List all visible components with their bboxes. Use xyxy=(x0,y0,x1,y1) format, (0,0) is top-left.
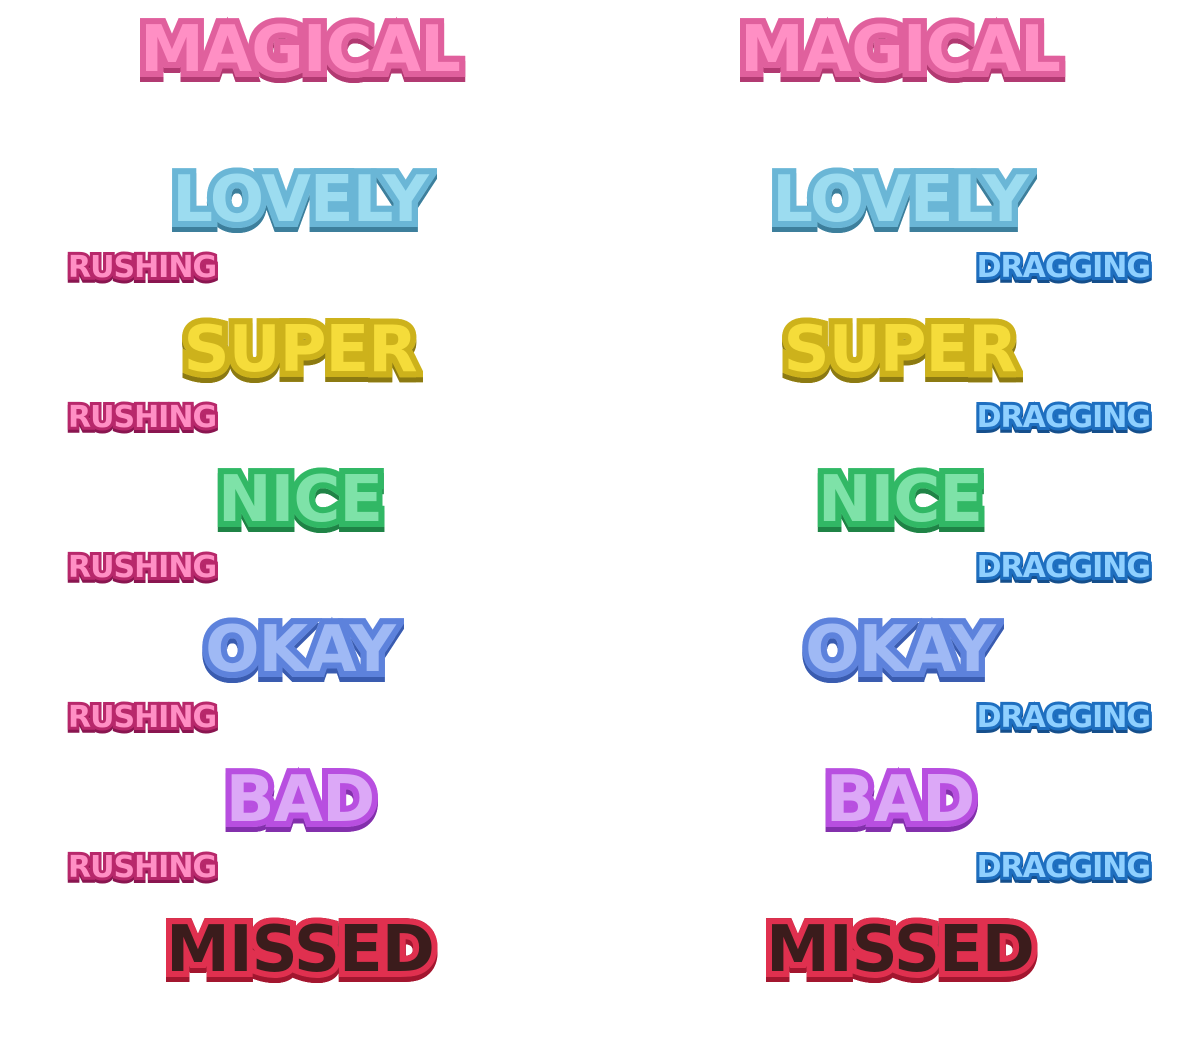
rating-super: SUPER xyxy=(600,312,1200,388)
rating-super: SUPER xyxy=(0,312,600,388)
rating-magical: MAGICAL xyxy=(0,12,600,88)
rating-nice: NICE xyxy=(0,462,600,538)
rating-magical: MAGICAL xyxy=(600,12,1200,88)
timing-rushing-label: RUSHING xyxy=(65,550,220,586)
rating-bad: BAD xyxy=(600,762,1200,838)
rating-nice-text: NICE xyxy=(212,462,389,538)
rating-bad-text: BAD xyxy=(820,762,981,838)
rating-bad: BAD xyxy=(0,762,600,838)
timing-rushing-label: RUSHING xyxy=(65,250,220,286)
rating-okay-text: OKAY xyxy=(799,612,1002,688)
timing-rushing-label: RUSHING xyxy=(65,400,220,436)
rating-okay: OKAY xyxy=(600,612,1200,688)
rating-super-text: SUPER xyxy=(778,312,1024,388)
timing-dragging-label: DRAGGING xyxy=(974,850,1154,886)
timing-dragging-label: DRAGGING xyxy=(974,250,1154,286)
rating-missed: MISSED xyxy=(600,912,1200,988)
rating-lovely-text: LOVELY xyxy=(166,162,435,238)
rating-lovely: LOVELY xyxy=(0,162,600,238)
rating-bad-text: BAD xyxy=(220,762,381,838)
rating-okay: OKAY xyxy=(0,612,600,688)
dragging-column: MAGICAL LOVELY DRAGGING SUPER DRAGGING N… xyxy=(600,0,1200,1050)
rating-missed-text: MISSED xyxy=(760,912,1041,988)
rating-magical-text: MAGICAL xyxy=(134,12,467,88)
rating-missed: MISSED xyxy=(0,912,600,988)
rating-magical-text: MAGICAL xyxy=(734,12,1067,88)
rating-okay-text: OKAY xyxy=(199,612,402,688)
rating-nice: NICE xyxy=(600,462,1200,538)
timing-dragging-label: DRAGGING xyxy=(974,400,1154,436)
rating-super-text: SUPER xyxy=(178,312,424,388)
rating-lovely-text: LOVELY xyxy=(766,162,1035,238)
timing-dragging-label: DRAGGING xyxy=(974,700,1154,736)
timing-rushing-label: RUSHING xyxy=(65,850,220,886)
rating-missed-text: MISSED xyxy=(160,912,441,988)
rating-nice-text: NICE xyxy=(812,462,989,538)
rating-lovely: LOVELY xyxy=(600,162,1200,238)
timing-rushing-label: RUSHING xyxy=(65,700,220,736)
rushing-column: MAGICAL LOVELY RUSHING SUPER RUSHING NIC… xyxy=(0,0,600,1050)
timing-dragging-label: DRAGGING xyxy=(974,550,1154,586)
